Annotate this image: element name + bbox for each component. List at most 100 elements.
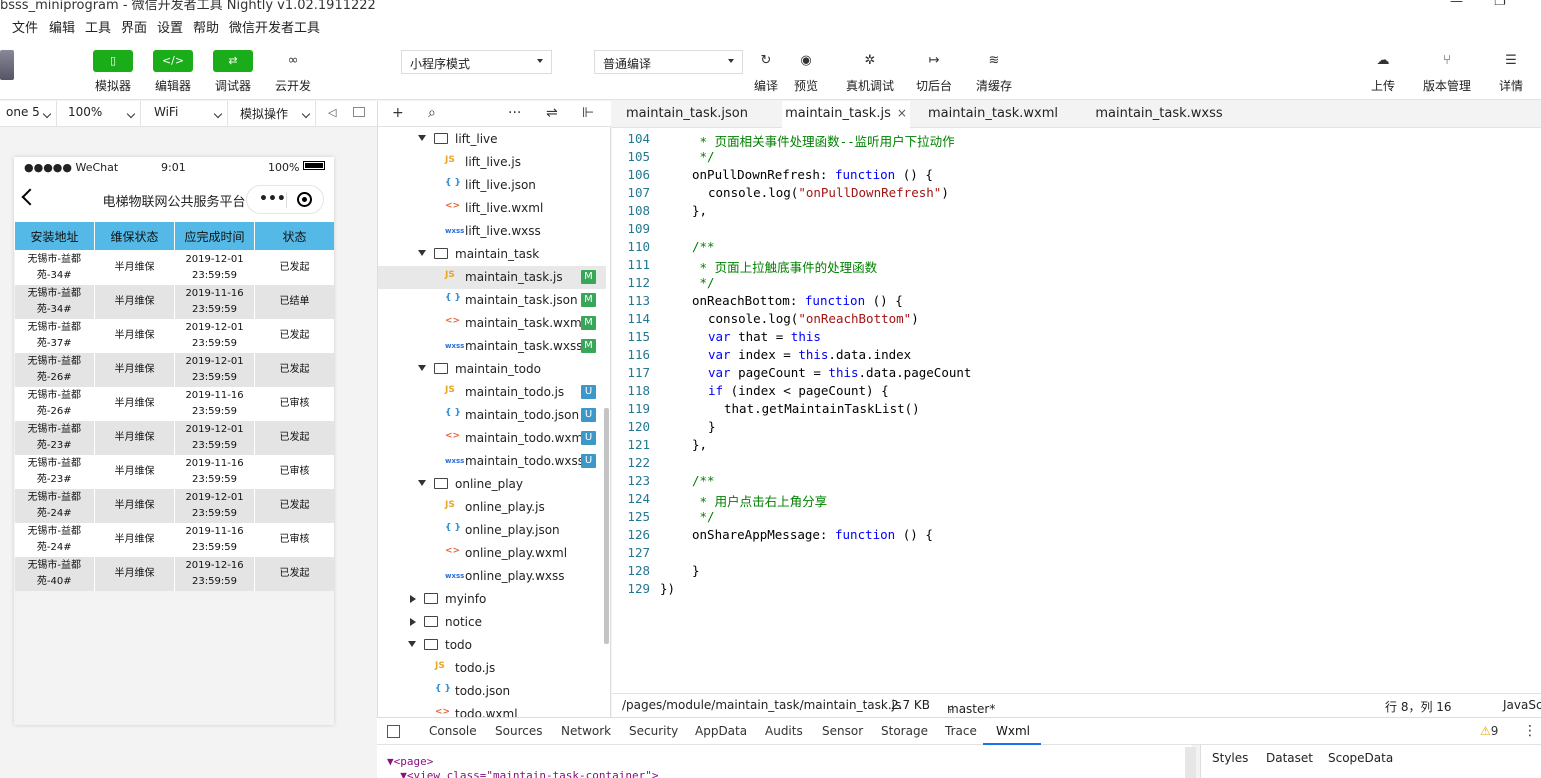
tab-sources[interactable]: Sources — [495, 724, 542, 738]
window-icon[interactable] — [353, 107, 365, 117]
tab-wxml[interactable]: Wxml — [996, 724, 1030, 738]
clear-cache-button[interactable]: ≋ 清缓存 — [964, 50, 1024, 94]
tree-file[interactable]: JS online_play.js — [378, 496, 606, 519]
tree-file[interactable]: { } online_play.json — [378, 519, 606, 542]
tree-file[interactable]: wxss lift_live.wxss — [378, 220, 606, 243]
debugger-button[interactable]: ⇄ 调试器 — [203, 50, 263, 94]
tree-file[interactable]: { } todo.json — [378, 680, 606, 703]
simulator-button[interactable]: ▯ 模拟器 — [83, 50, 143, 94]
tree-file[interactable]: { } maintain_todo.json U — [378, 404, 606, 427]
version-control-button[interactable]: ⑂ 版本管理 — [1417, 50, 1477, 94]
chevron-right-icon[interactable] — [410, 618, 416, 626]
table-row[interactable]: 无锡市-益都 苑-34# 半月维保 2019-12-01 23:59:59 已发起 — [14, 250, 334, 285]
devtools-scrollbar[interactable] — [1185, 747, 1196, 778]
chevron-right-icon[interactable] — [410, 595, 416, 603]
close-icon[interactable]: × — [897, 106, 907, 120]
code-editor[interactable]: 104 * 页面相关事件处理函数--监听用户下拉动作 105 */ 106 onPul… — [612, 128, 1541, 693]
editor-button[interactable]: </> 编辑器 — [143, 50, 203, 94]
cursor-position[interactable]: 行 8，列 16 — [1385, 698, 1452, 715]
close-mp-icon[interactable] — [297, 192, 312, 207]
tree-folder[interactable]: myinfo — [378, 588, 606, 611]
tree-folder[interactable]: lift_live — [378, 128, 606, 151]
add-file-icon[interactable]: + — [392, 105, 404, 121]
tab-scopedata[interactable]: ScopeData — [1328, 751, 1393, 765]
table-row[interactable]: 无锡市-益都 苑-37# 半月维保 2019-12-01 23:59:59 已发起 — [14, 318, 334, 353]
tab-storage[interactable]: Storage — [881, 724, 928, 738]
tree-folder[interactable]: maintain_todo — [378, 358, 606, 381]
compile-mode-select[interactable]: 普通编译 — [594, 50, 743, 74]
wxml-line[interactable]: ▼<page> — [387, 755, 433, 768]
more-icon[interactable]: ••• — [259, 191, 286, 207]
avatar[interactable] — [0, 50, 14, 80]
tree-file[interactable]: <> maintain_todo.wxml U — [378, 427, 606, 450]
tree-folder[interactable]: todo — [378, 634, 606, 657]
tree-file[interactable]: JS lift_live.js — [378, 151, 606, 174]
minimize-icon[interactable]: — — [1450, 0, 1463, 9]
menu-wechat-devtools[interactable]: 微信开发者工具 — [229, 17, 320, 36]
table-row[interactable]: 无锡市-益都 苑-24# 半月维保 2019-11-16 23:59:59 已审核 — [14, 522, 334, 557]
tree-file[interactable]: { } maintain_task.json M — [378, 289, 606, 312]
tree-file[interactable]: JS maintain_task.js M — [378, 266, 606, 289]
table-row[interactable]: 无锡市-益都 苑-23# 半月维保 2019-12-01 23:59:59 已发起 — [14, 420, 334, 455]
chevron-down-icon[interactable] — [408, 641, 416, 647]
tree-file[interactable]: <> todo.wxml — [378, 703, 606, 717]
tree-file[interactable]: JS todo.js — [378, 657, 606, 680]
remote-debug-button[interactable]: ✲ 真机调试 — [840, 50, 900, 94]
tab-maintain-task-js[interactable]: maintain_task.js × — [782, 101, 910, 128]
network-select[interactable]: WiFi — [148, 101, 228, 127]
tab-styles[interactable]: Styles — [1212, 751, 1248, 765]
table-row[interactable]: 无锡市-益都 苑-40# 半月维保 2019-12-16 23:59:59 已发起 — [14, 556, 334, 591]
switch-background-button[interactable]: ↦ 切后台 — [904, 50, 964, 94]
tree-folder[interactable]: online_play — [378, 473, 606, 496]
table-row[interactable]: 无锡市-益都 苑-26# 半月维保 2019-12-01 23:59:59 已发起 — [14, 352, 334, 387]
tree-folder[interactable]: maintain_task — [378, 243, 606, 266]
tree-file[interactable]: wxss maintain_todo.wxss U — [378, 450, 606, 473]
device-select[interactable]: one 5 — [0, 101, 57, 127]
tree-file[interactable]: <> lift_live.wxml — [378, 197, 606, 220]
tab-console[interactable]: Console — [429, 724, 477, 738]
sort-icon[interactable]: ⇌ — [546, 105, 558, 121]
mute-icon[interactable]: ◁ — [328, 106, 336, 119]
tab-maintain-task-wxml[interactable]: maintain_task.wxml — [920, 101, 1066, 128]
kebab-menu-icon[interactable]: ⋮ — [1523, 723, 1537, 739]
wxml-tree[interactable]: ▼<page> ▼<view class="maintain-task-cont… — [377, 745, 1196, 778]
preview-button[interactable]: ◉ 预览 — [776, 50, 836, 94]
chevron-down-icon[interactable] — [418, 480, 426, 486]
tab-maintain-task-wxss[interactable]: maintain_task.wxss — [1086, 101, 1232, 128]
table-row[interactable]: 无锡市-益都 苑-24# 半月维保 2019-12-01 23:59:59 已发起 — [14, 488, 334, 523]
chevron-down-icon[interactable] — [418, 365, 426, 371]
tab-network[interactable]: Network — [561, 724, 611, 738]
details-button[interactable]: ☰ 详情 — [1481, 50, 1541, 94]
chevron-down-icon[interactable] — [418, 250, 426, 256]
inspect-icon[interactable] — [387, 725, 400, 738]
tree-scrollbar[interactable] — [604, 408, 609, 644]
menu-file[interactable]: 文件 — [12, 17, 38, 36]
tree-file[interactable]: <> online_play.wxml — [378, 542, 606, 565]
tree-folder[interactable]: notice — [378, 611, 606, 634]
tab-security[interactable]: Security — [629, 724, 678, 738]
tab-maintain-task-json[interactable]: maintain_task.json — [612, 101, 762, 128]
tab-trace[interactable]: Trace — [945, 724, 977, 738]
table-row[interactable]: 无锡市-益都 苑-34# 半月维保 2019-11-16 23:59:59 已结单 — [14, 284, 334, 319]
menu-edit[interactable]: 编辑 — [49, 17, 75, 36]
collapse-panel-icon[interactable]: ⊩ — [582, 105, 594, 121]
tree-file[interactable]: <> maintain_task.wxml M — [378, 312, 606, 335]
wxml-line[interactable]: ▼<view class="maintain-task-container"> — [387, 769, 658, 778]
tab-sensor[interactable]: Sensor — [822, 724, 863, 738]
mode-select[interactable]: 小程序模式 — [401, 50, 552, 74]
tab-audits[interactable]: Audits — [765, 724, 803, 738]
more-icon[interactable]: ··· — [508, 105, 521, 121]
search-icon[interactable]: ⌕ — [428, 105, 436, 121]
menu-settings[interactable]: 设置 — [157, 17, 183, 36]
warning-count[interactable]: ⚠9 — [1480, 724, 1498, 738]
table-row[interactable]: 无锡市-益都 苑-23# 半月维保 2019-11-16 23:59:59 已审核 — [14, 454, 334, 489]
cloud-dev-button[interactable]: ∞ 云开发 — [263, 50, 323, 94]
tree-file[interactable]: { } lift_live.json — [378, 174, 606, 197]
restore-icon[interactable]: ❐ — [1494, 0, 1506, 9]
zoom-select[interactable]: 100% — [62, 101, 141, 127]
simulate-operation-select[interactable]: 模拟操作 — [234, 101, 316, 127]
table-row[interactable]: 无锡市-益都 苑-26# 半月维保 2019-11-16 23:59:59 已审核 — [14, 386, 334, 421]
language-mode[interactable]: JavaScript — [1503, 698, 1541, 712]
menu-tools[interactable]: 工具 — [85, 17, 111, 36]
tab-dataset[interactable]: Dataset — [1266, 751, 1313, 765]
